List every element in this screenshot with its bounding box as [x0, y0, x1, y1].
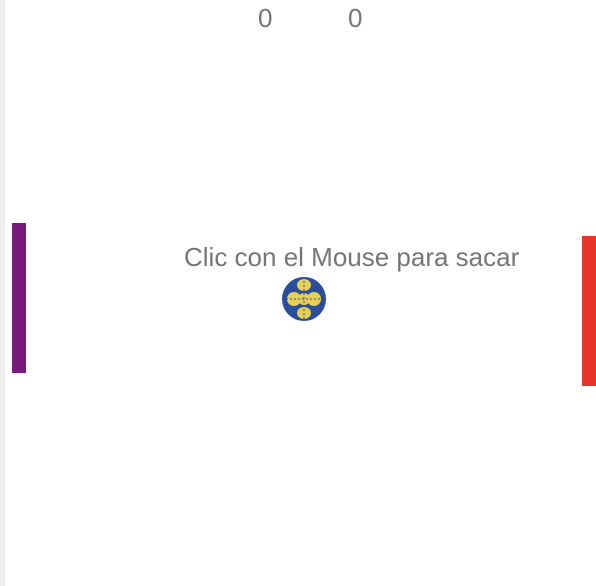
ball-icon — [282, 277, 326, 321]
paddle-right — [582, 236, 596, 386]
serve-instruction: Clic con el Mouse para sacar — [184, 242, 520, 272]
left-gutter — [0, 0, 5, 586]
paddle-left[interactable] — [12, 223, 26, 373]
score-left: 0 — [258, 3, 273, 33]
score-right: 0 — [348, 3, 363, 33]
game-canvas[interactable]: 0 0 Clic con el Mouse para sacar — [0, 0, 596, 586]
